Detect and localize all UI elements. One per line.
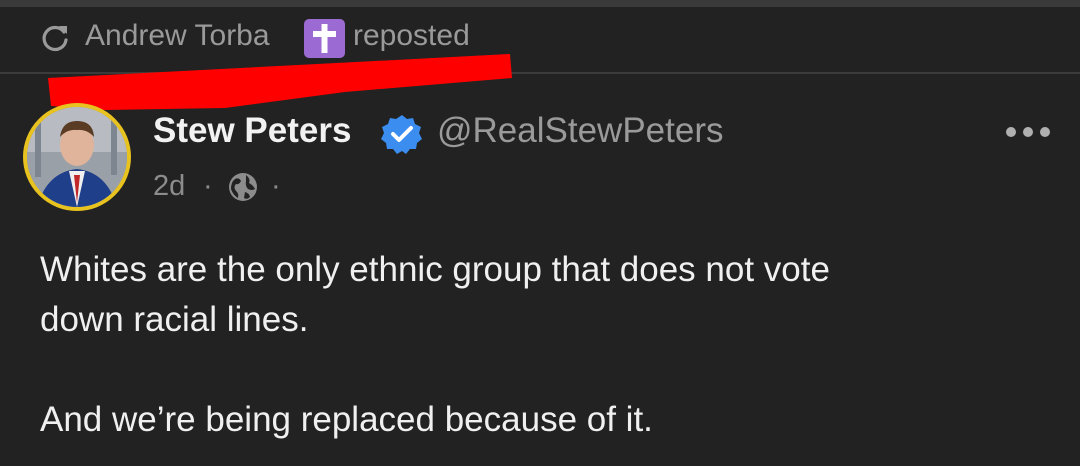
post-text-line: And we’re being replaced because of it. xyxy=(40,400,653,439)
author-display-name[interactable]: Stew Peters xyxy=(153,109,351,153)
top-border xyxy=(0,0,1080,7)
redaction-mark xyxy=(48,54,512,110)
meta-separator: · xyxy=(271,170,281,202)
author-handle[interactable]: @RealStewPeters xyxy=(437,109,723,153)
avatar[interactable] xyxy=(23,103,131,211)
post-text: Whites are the only ethnic group that do… xyxy=(40,245,1040,445)
post-card: Andrew Torba reposted Stew Peters @RealS… xyxy=(0,0,1080,466)
meta-separator: · xyxy=(203,170,213,202)
verified-badge-icon xyxy=(381,115,422,154)
post-text-line: Whites are the only ethnic group that do… xyxy=(40,250,830,289)
post-text-line: down racial lines. xyxy=(40,300,309,339)
globe-icon xyxy=(229,173,257,201)
more-options-icon[interactable] xyxy=(1005,126,1051,138)
post-timestamp[interactable]: 2d xyxy=(153,166,185,206)
